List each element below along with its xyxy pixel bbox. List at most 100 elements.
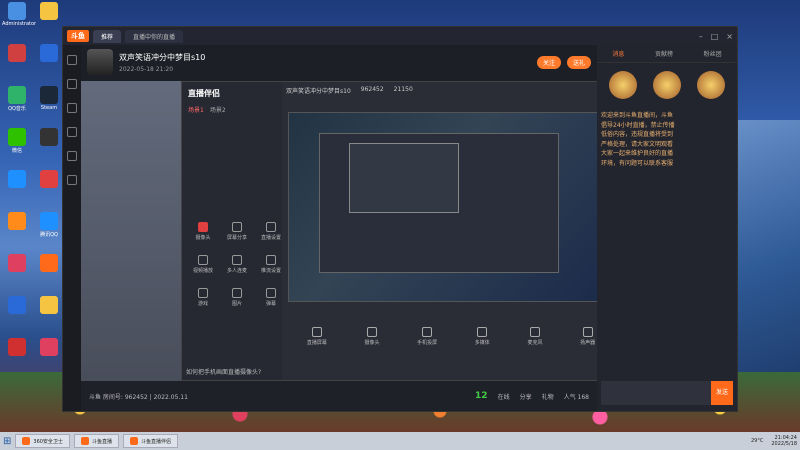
tool-label: 图片 bbox=[231, 301, 242, 307]
app-icon bbox=[8, 2, 26, 20]
app-logo: 斗鱼 bbox=[67, 30, 89, 42]
scene-tabs: 场景1 场景2 bbox=[182, 99, 282, 120]
chat-message: 欢迎来到斗鱼直播间，斗鱼 bbox=[601, 112, 674, 119]
tool-label: 摄像头 bbox=[195, 235, 211, 241]
start-icon[interactable]: ⊞ bbox=[3, 436, 11, 447]
nav-game-icon[interactable] bbox=[67, 127, 77, 137]
desktop-icon[interactable] bbox=[2, 296, 32, 315]
gifter-avatar[interactable] bbox=[697, 71, 725, 99]
app-icon bbox=[40, 254, 58, 272]
app-icon bbox=[40, 128, 58, 146]
toolbar-icon bbox=[422, 327, 433, 337]
desktop-icon[interactable]: Administrator bbox=[2, 2, 36, 27]
companion-status[interactable]: 如何把手机画面直播摄像头? bbox=[186, 367, 261, 376]
companion-title: 双声笑语冲分中梦目s10 bbox=[286, 88, 351, 95]
chat-message: 倡导24小时直播，禁止传播 bbox=[601, 121, 675, 129]
tool-label: 多人连麦 bbox=[226, 268, 247, 274]
tool-button[interactable]: 摄像头 bbox=[188, 222, 218, 241]
gift-button[interactable]: 送礼 bbox=[566, 55, 591, 69]
chat-input[interactable]: 发送 bbox=[601, 381, 733, 405]
stat-viewers: 962452 bbox=[360, 86, 384, 93]
tab-live[interactable]: 直播中你的直播 bbox=[125, 29, 184, 43]
tool-button[interactable]: 图片 bbox=[222, 288, 252, 307]
chat-message: 低俗内容，违规直播将受到 bbox=[601, 131, 674, 139]
desktop-icon[interactable]: 腾讯QQ bbox=[34, 212, 64, 238]
toolbar-icon bbox=[582, 327, 593, 337]
douyu-client-window: 斗鱼 推荐 直播中你的直播 – □ × 双声笑语冲分中梦目s10 2022-05… bbox=[62, 26, 738, 412]
tool-button[interactable]: 屏幕分享 bbox=[222, 222, 252, 241]
close-icon[interactable]: × bbox=[726, 32, 733, 41]
nav-video-icon[interactable] bbox=[67, 151, 77, 161]
desktop-icon[interactable] bbox=[34, 254, 64, 273]
desktop-icon-label: 腾讯QQ bbox=[40, 232, 58, 238]
desktop-icon[interactable] bbox=[2, 254, 32, 273]
app-icon bbox=[8, 338, 26, 356]
desktop-icon[interactable] bbox=[34, 2, 64, 21]
nav-follow-icon[interactable] bbox=[67, 79, 77, 89]
desktop-icon[interactable] bbox=[2, 338, 32, 357]
desktop-icon[interactable] bbox=[34, 338, 64, 357]
desktop-icon[interactable] bbox=[2, 212, 32, 231]
tool-icon bbox=[232, 288, 242, 298]
toolbar-button[interactable]: 手机投屏 bbox=[417, 327, 437, 346]
tab-contribution[interactable]: 贡献榜 bbox=[655, 49, 673, 58]
desktop-icon[interactable] bbox=[34, 296, 64, 315]
toolbar-button[interactable]: 麦克风 bbox=[527, 327, 542, 346]
share-button[interactable]: 分享 bbox=[520, 392, 532, 401]
gifter-avatar[interactable] bbox=[609, 71, 637, 99]
app-icon bbox=[40, 296, 58, 314]
top-gifters bbox=[597, 63, 737, 107]
desktop-icon[interactable]: QQ音乐 bbox=[2, 86, 32, 112]
clock[interactable]: 21:04:24 2022/5/18 bbox=[771, 435, 797, 447]
gifter-avatar[interactable] bbox=[653, 71, 681, 99]
streamer-avatar[interactable] bbox=[87, 49, 113, 75]
tab-home[interactable]: 推荐 bbox=[93, 29, 122, 43]
app-icon bbox=[40, 338, 58, 356]
tool-button[interactable]: 多人连麦 bbox=[222, 255, 252, 274]
stat-gifts: 21150 bbox=[393, 86, 413, 93]
desktop-icon[interactable]: Steam bbox=[34, 86, 64, 111]
gift-bar-button[interactable]: 礼物 bbox=[542, 392, 554, 401]
toolbar-label: 扬声器 bbox=[580, 340, 596, 346]
follow-button[interactable]: 关注 bbox=[536, 55, 561, 69]
chat-panel: 消息 贡献榜 粉丝团 欢迎来到斗鱼直播间，斗鱼 倡导24小时直播，禁止传播 低俗内容… bbox=[597, 45, 737, 411]
video-player[interactable]: 直播伴侣 场景1 场景2 摄像头 屏幕分享 直播设置 视频播放 多人连麦 推流设置 游戏 图片… bbox=[81, 81, 597, 383]
tool-grid: 摄像头 屏幕分享 直播设置 视频播放 多人连麦 推流设置 游戏 图片 弹幕 bbox=[188, 222, 286, 307]
desktop-icon-label: Steam bbox=[40, 105, 58, 111]
scene-tab-1[interactable]: 场景1 bbox=[188, 105, 204, 114]
toolbar-button[interactable]: 摄像头 bbox=[364, 327, 379, 346]
maximize-icon[interactable]: □ bbox=[711, 32, 719, 41]
nav-settings-icon[interactable] bbox=[67, 175, 77, 185]
room-info: 斗鱼 房间号: 962452 | 2022.05.11 bbox=[89, 393, 188, 401]
tool-button[interactable]: 视频播放 bbox=[188, 255, 218, 274]
nav-category-icon[interactable] bbox=[67, 103, 77, 113]
titlebar: 斗鱼 推荐 直播中你的直播 – □ × bbox=[63, 27, 737, 45]
toolbar-button[interactable]: 扬声器 bbox=[580, 327, 595, 346]
tab-fans[interactable]: 粉丝团 bbox=[704, 49, 722, 58]
minimize-icon[interactable]: – bbox=[699, 32, 703, 41]
desktop-icon[interactable] bbox=[34, 170, 64, 189]
chat-message: 严格处理，请大家文明观看 bbox=[601, 140, 674, 148]
taskbar-item[interactable]: 360安全卫士 bbox=[15, 434, 70, 448]
toolbar-label: 摄像头 bbox=[364, 340, 380, 346]
desktop-icon[interactable] bbox=[34, 44, 64, 63]
taskbar-item[interactable]: 斗鱼直播伴侣 bbox=[122, 434, 178, 448]
desktop-icon[interactable] bbox=[34, 128, 64, 147]
room-header: 双声笑语冲分中梦目s10 2022-05-18 21:20 关注 送礼 bbox=[81, 45, 597, 79]
desktop-icon[interactable]: 微信 bbox=[2, 128, 32, 154]
taskbar-item[interactable]: 斗鱼直播 bbox=[73, 434, 119, 448]
send-button[interactable]: 发送 bbox=[711, 381, 733, 405]
toolbar-button[interactable]: 直播屏幕 bbox=[307, 327, 327, 346]
toolbar-button[interactable]: 多媒体 bbox=[475, 327, 490, 346]
desktop-icon[interactable] bbox=[2, 44, 32, 63]
stream-preview[interactable] bbox=[288, 112, 597, 302]
tab-messages[interactable]: 消息 bbox=[612, 49, 624, 58]
app-icon bbox=[40, 86, 58, 104]
nav-home-icon[interactable] bbox=[67, 55, 77, 65]
companion-brand: 直播伴侣 bbox=[188, 89, 220, 98]
tool-button[interactable]: 游戏 bbox=[188, 288, 218, 307]
desktop-icon[interactable] bbox=[2, 170, 32, 189]
chat-messages: 欢迎来到斗鱼直播间，斗鱼 倡导24小时直播，禁止传播 低俗内容，违规直播将受到 严格处… bbox=[597, 107, 737, 173]
scene-tab-2[interactable]: 场景2 bbox=[210, 105, 226, 114]
desktop-icon-label: QQ音乐 bbox=[8, 106, 26, 112]
